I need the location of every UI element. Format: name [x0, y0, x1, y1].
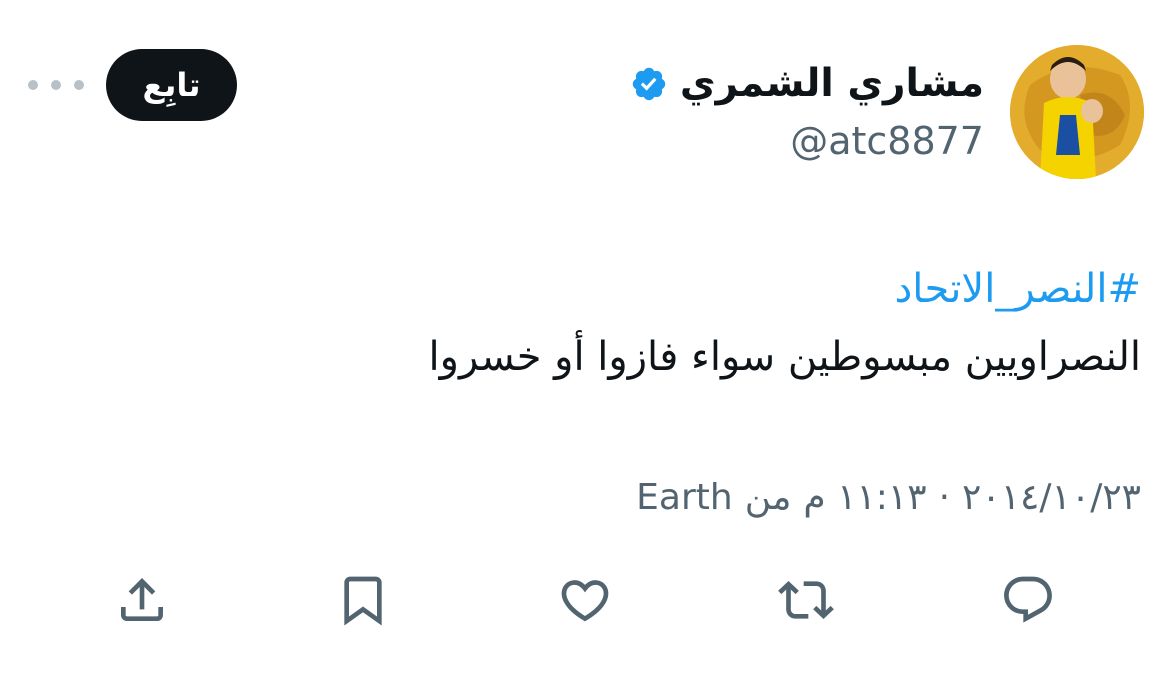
tweet-text: النصراويين مبسوطين سواء فازوا أو خسروا — [428, 334, 1141, 380]
like-icon — [561, 580, 609, 622]
more-dots-icon — [51, 80, 61, 90]
bookmark-icon — [344, 576, 382, 626]
follow-button[interactable]: تابِع — [106, 49, 237, 121]
more-dots-icon — [74, 80, 84, 90]
like-button[interactable] — [555, 570, 615, 630]
meta-separator: · — [938, 477, 951, 518]
tweet-date[interactable]: ٢٠١٤/١٠/٢٣ — [962, 473, 1141, 523]
more-options-button[interactable] — [28, 70, 84, 100]
tweet-time[interactable]: ١١:١٣ م — [803, 473, 926, 523]
more-dots-icon — [28, 80, 38, 90]
reply-icon — [1004, 576, 1052, 623]
bookmark-button[interactable] — [333, 570, 393, 630]
avatar-image — [1010, 45, 1144, 179]
share-button[interactable] — [112, 570, 172, 630]
author-handle[interactable]: @atc8877 — [790, 116, 984, 166]
share-icon — [121, 578, 163, 621]
reply-button[interactable] — [998, 570, 1058, 630]
retweet-icon — [778, 581, 834, 619]
tweet-card: مشاري الشمري @atc8877 تابِع #النصر_الاتح… — [0, 0, 1169, 673]
retweet-button[interactable] — [776, 570, 836, 630]
author-name-row: مشاري الشمري — [630, 58, 984, 110]
verified-badge-icon[interactable] — [630, 65, 668, 103]
tweet-meta: ٢٠١٤/١٠/٢٣ · ١١:١٣ م من Earth — [636, 473, 1141, 523]
tweet-source: Earth — [636, 477, 733, 518]
source-prefix: من — [744, 477, 792, 518]
hashtag-link[interactable]: #النصر_الاتحاد — [894, 262, 1141, 316]
avatar[interactable] — [1010, 45, 1144, 179]
display-name[interactable]: مشاري الشمري — [680, 58, 984, 110]
